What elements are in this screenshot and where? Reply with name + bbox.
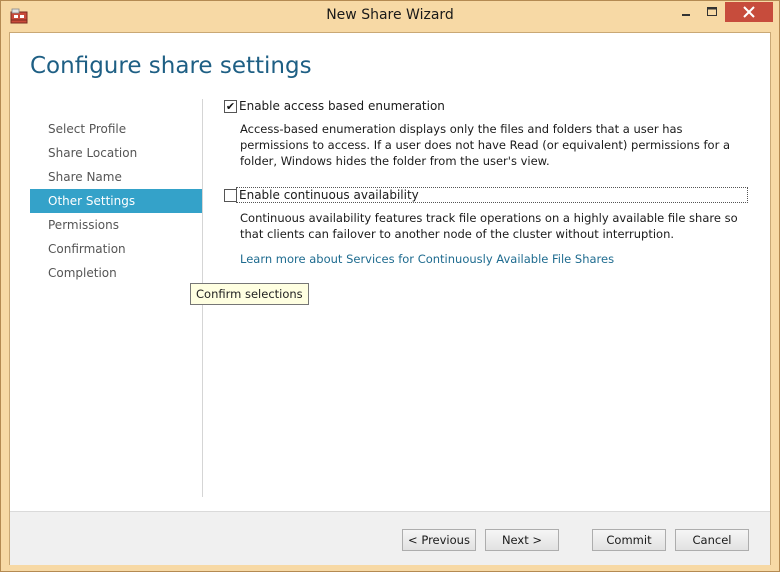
window-title: New Share Wizard bbox=[326, 7, 454, 23]
maximize-button[interactable] bbox=[699, 2, 725, 22]
nav-item-permissions[interactable]: Permissions bbox=[30, 213, 202, 237]
wizard-nav: Select Profile Share Location Share Name… bbox=[30, 117, 202, 285]
nav-item-share-location[interactable]: Share Location bbox=[30, 141, 202, 165]
wizard-footer: < Previous Next > Commit Cancel bbox=[10, 511, 770, 565]
page-title: Configure share settings bbox=[30, 53, 312, 79]
nav-item-share-name[interactable]: Share Name bbox=[30, 165, 202, 189]
commit-button[interactable]: Commit bbox=[592, 529, 666, 551]
nav-item-completion[interactable]: Completion bbox=[30, 261, 202, 285]
access-based-enumeration-option[interactable]: ✔ Enable access based enumeration bbox=[224, 99, 748, 115]
minimize-button[interactable] bbox=[673, 2, 699, 22]
minimize-icon bbox=[682, 14, 690, 16]
title-bar[interactable]: New Share Wizard bbox=[1, 1, 779, 32]
continuous-availability-description: Continuous availability features track f… bbox=[240, 211, 738, 241]
access-based-enumeration-description: Access-based enumeration displays only t… bbox=[240, 122, 731, 168]
wizard-window: New Share Wizard Configure share setting… bbox=[0, 0, 780, 572]
learn-more-link[interactable]: Learn more about Services for Continuous… bbox=[240, 252, 614, 266]
nav-item-other-settings[interactable]: Other Settings bbox=[30, 189, 202, 213]
close-button[interactable] bbox=[725, 2, 773, 22]
next-button[interactable]: Next > bbox=[485, 529, 559, 551]
continuous-availability-checkbox[interactable] bbox=[224, 189, 237, 202]
nav-item-confirmation[interactable]: Confirmation bbox=[30, 237, 202, 261]
access-based-enumeration-label[interactable]: Enable access based enumeration bbox=[239, 99, 445, 113]
nav-item-select-profile[interactable]: Select Profile bbox=[30, 117, 202, 141]
checkmark-icon: ✔ bbox=[225, 100, 236, 113]
continuous-availability-label[interactable]: Enable continuous availability bbox=[239, 188, 419, 202]
continuous-availability-option[interactable]: Enable continuous availability bbox=[224, 187, 748, 204]
previous-button[interactable]: < Previous bbox=[402, 529, 476, 551]
wizard-content: Configure share settings Select Profile … bbox=[9, 32, 771, 565]
cancel-button[interactable]: Cancel bbox=[675, 529, 749, 551]
maximize-icon bbox=[707, 7, 717, 16]
close-icon bbox=[743, 6, 755, 18]
tooltip: Confirm selections bbox=[190, 283, 309, 305]
access-based-enumeration-checkbox[interactable]: ✔ bbox=[224, 100, 237, 113]
